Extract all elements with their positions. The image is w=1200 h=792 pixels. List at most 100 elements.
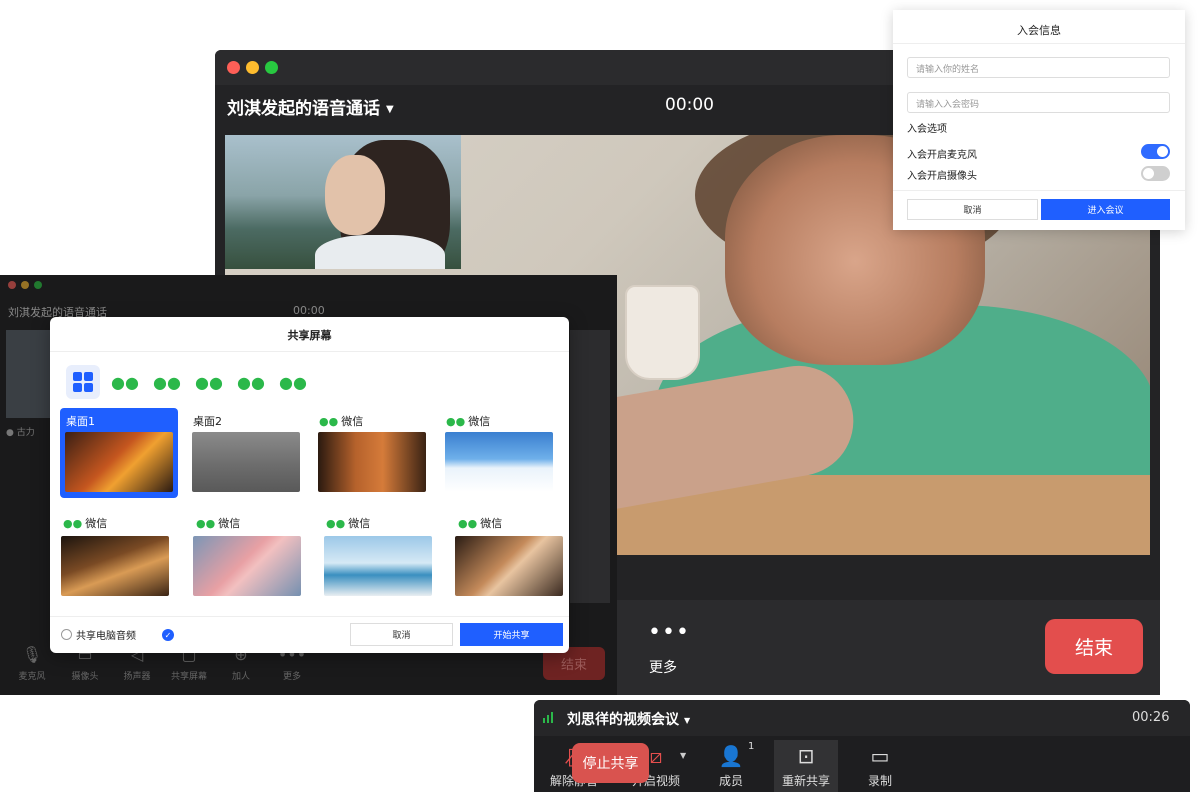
tile-preview [455,536,563,596]
end-call-button[interactable]: 结束 [1045,619,1143,674]
close-window-button[interactable] [227,61,240,74]
tool-label: 加人 [231,672,250,682]
tab-wechat-1[interactable]: ●● [108,365,142,399]
share-tile-wechat-2[interactable]: ●● 微信 [440,408,558,498]
chevron-down-icon[interactable]: ▼ [680,751,686,760]
minimize-window-button[interactable] [21,281,29,289]
tab-wechat-4[interactable]: ●● [234,365,268,399]
meeting-title-dropdown[interactable]: 刘思徉的视频会议 ▼ [567,709,690,729]
tool-label: 重新共享 [781,774,830,788]
back-mic-button[interactable]: 🎙 麦克风 [7,645,57,682]
start-share-button[interactable]: 开始共享 [460,623,563,646]
share-screen-icon: ⊡ [797,744,815,768]
member-count-badge: 1 [748,741,755,752]
wechat-icon: ●● [279,372,307,392]
tile-preview [445,432,553,492]
tool-label: 成员 [718,774,743,788]
join-options-heading: 入会选项 [907,124,947,135]
back-user-label: ● 古力 [6,428,35,438]
join-info-panel: 入会信息 请输入你的姓名 请输入入会密码 入会选项 入会开启麦克风 入会开启摄像… [893,10,1185,230]
back-call-timer: 00:00 [293,304,325,317]
grid-icon [73,372,93,392]
back-video-area [570,330,610,603]
check-icon[interactable]: ✓ [162,629,174,641]
tile-label: ●● 微信 [446,413,490,429]
reshare-button[interactable]: ⊡ 重新共享 [774,740,838,792]
meeting-title: 刘思徉的视频会议 [567,712,679,728]
tab-wechat-3[interactable]: ●● [192,365,226,399]
share-audio-radio[interactable] [61,629,72,640]
tile-preview [318,432,426,492]
tab-wechat-2[interactable]: ●● [150,365,184,399]
tool-label: 录制 [867,774,892,788]
more-button-label[interactable]: 更多 [649,657,677,677]
tile-label: ●● 微信 [196,515,240,531]
wechat-icon: ●● [63,517,83,530]
back-video-thumbnail [6,330,50,418]
record-button[interactable]: ▭ 录制 [848,743,912,789]
mic-option-label: 入会开启麦克风 [907,150,977,161]
divider [893,190,1185,191]
join-panel-title: 入会信息 [1017,24,1061,37]
tile-preview [193,536,301,596]
wechat-icon: ●● [195,372,223,392]
close-window-button[interactable] [8,281,16,289]
tile-preview [65,432,173,492]
call-timer: 00:00 [665,95,714,115]
tile-label-text: 微信 [480,517,503,530]
stop-share-button[interactable]: 停止共享 [572,743,649,783]
join-cancel-button[interactable]: 取消 [907,199,1038,220]
tile-label: 桌面2 [193,415,222,428]
mic-toggle[interactable] [1141,144,1170,159]
tab-all-windows[interactable] [66,365,100,399]
tile-preview [324,536,432,596]
tile-label-text: 微信 [85,517,108,530]
tile-label-text: 微信 [341,415,364,428]
more-icon[interactable]: ••• [648,620,690,645]
share-tile-desktop-1[interactable]: 桌面1 [60,408,178,498]
wechat-icon: ●● [458,517,478,530]
minimize-window-button[interactable] [246,61,259,74]
share-cancel-button[interactable]: 取消 [350,623,453,646]
record-icon: ▭ [870,744,890,768]
tile-label-text: 微信 [468,415,491,428]
wechat-icon: ●● [446,415,466,428]
wechat-icon: ●● [326,517,346,530]
user-name: 古力 [16,428,35,438]
thumb-person-face [325,155,385,235]
camera-toggle[interactable] [1141,166,1170,181]
tool-label: 扬声器 [123,672,151,682]
maximize-window-button[interactable] [34,281,42,289]
divider [893,43,1185,44]
share-tile-desktop-2[interactable]: 桌面2 [187,408,305,498]
share-tile-wechat-4[interactable]: ●● 微信 [190,510,308,600]
wechat-icon: ●● [196,517,216,530]
tile-preview [61,536,169,596]
tile-preview [192,432,300,492]
wechat-icon: ●● [111,372,139,392]
tile-label: 桌面1 [66,415,95,428]
password-input[interactable]: 请输入入会密码 [907,92,1170,113]
tab-wechat-5[interactable]: ●● [276,365,310,399]
share-screen-dialog: 共享屏幕 ●● ●● ●● ●● ●● 桌面1 桌面2 ●● 微信 ●● 微信 ●●… [50,317,569,653]
wechat-icon: ●● [319,415,339,428]
self-video-thumbnail[interactable] [225,135,461,269]
maximize-window-button[interactable] [265,61,278,74]
enter-meeting-button[interactable]: 进入会议 [1041,199,1170,220]
thumb-person-body [315,235,445,269]
divider [50,616,569,617]
share-tile-wechat-3[interactable]: ●● 微信 [57,510,175,600]
tile-label: ●● 微信 [63,515,107,531]
name-input[interactable]: 请输入你的姓名 [907,57,1170,78]
camera-option-label: 入会开启摄像头 [907,171,977,182]
share-tile-wechat-1[interactable]: ●● 微信 [313,408,431,498]
tile-label: ●● 微信 [326,515,370,531]
call-title: 刘淇发起的语音通话 [227,99,380,119]
share-tile-wechat-5[interactable]: ●● 微信 [320,510,438,600]
chevron-down-icon: ▼ [386,103,394,115]
share-dialog-title: 共享屏幕 [287,329,332,342]
meeting-timer: 00:26 [1132,710,1170,725]
share-tile-wechat-6[interactable]: ●● 微信 [452,510,570,600]
wechat-icon: ●● [237,372,265,392]
call-title-dropdown[interactable]: 刘淇发起的语音通话 ▼ [227,94,394,119]
